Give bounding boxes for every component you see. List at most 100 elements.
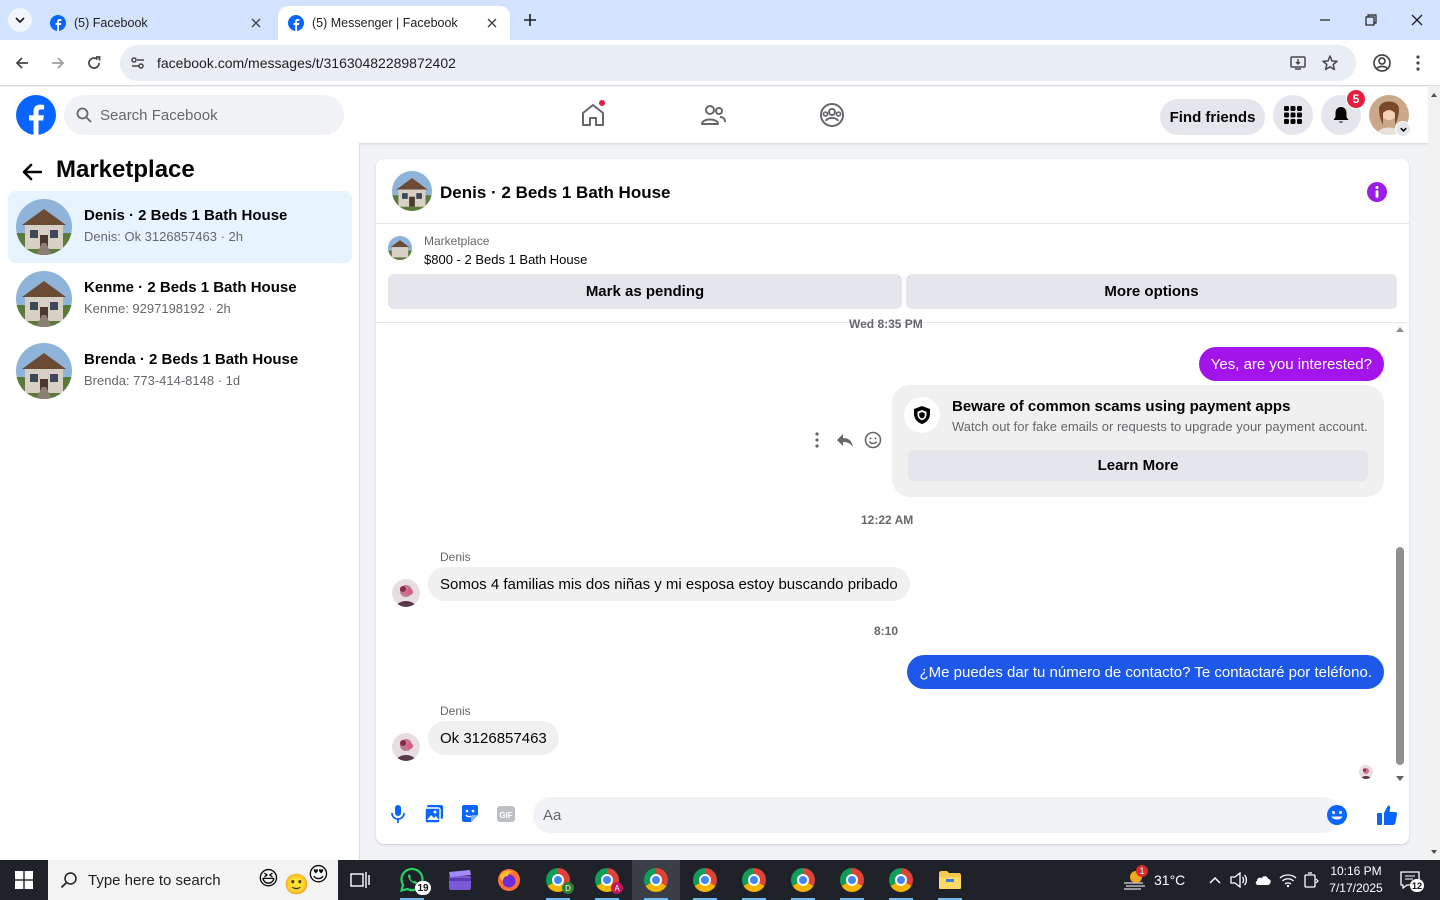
marketplace-listing-banner: Marketplace $800 - 2 Beds 1 Bath House M…: [376, 225, 1409, 323]
close-window-button[interactable]: [1394, 0, 1440, 40]
react-emoji-icon[interactable]: [863, 430, 883, 450]
onedrive-cloud-icon[interactable]: [1253, 870, 1273, 890]
chat-title[interactable]: Denis · 2 Beds 1 Bath House: [440, 183, 671, 203]
listing-thumbnail[interactable]: [388, 236, 412, 260]
browser-menu-button[interactable]: [1404, 49, 1432, 77]
scroll-up-icon[interactable]: [1394, 324, 1406, 334]
sender-name: Denis: [440, 550, 471, 564]
grinning-emoji-icon: 😆: [258, 868, 279, 890]
tab-search-button[interactable]: [8, 8, 32, 32]
grid-menu-icon: [1284, 106, 1302, 124]
chrome-profile-a-app[interactable]: A: [583, 860, 631, 900]
info-icon[interactable]: [1366, 181, 1388, 203]
browser-tab-facebook[interactable]: (5) Facebook: [40, 6, 274, 40]
scroll-down-icon[interactable]: [1428, 846, 1440, 858]
address-bar[interactable]: facebook.com/messages/t/3163048228987240…: [120, 45, 1356, 81]
account-chevron[interactable]: [1395, 121, 1411, 137]
gif-icon[interactable]: GIF: [496, 804, 516, 824]
browser-tab-messenger[interactable]: (5) Messenger | Facebook: [278, 6, 510, 40]
back-button[interactable]: [8, 49, 36, 77]
scroll-up-icon[interactable]: [1428, 89, 1440, 101]
scam-warning-description: Watch out for fake emails or requests to…: [952, 419, 1368, 434]
facebook-search[interactable]: [64, 95, 344, 135]
chrome-app[interactable]: [681, 860, 729, 900]
windows-taskbar: 😆 🙂 😍 19 D A 1: [0, 860, 1440, 900]
show-hidden-icons-chevron-icon[interactable]: [1205, 870, 1225, 890]
emoji-icon[interactable]: [1326, 804, 1348, 826]
message-input-box[interactable]: [533, 797, 1347, 833]
facebook-favicon-icon: [50, 15, 66, 31]
learn-more-button[interactable]: Learn More: [908, 450, 1368, 481]
system-clock[interactable]: 10:16 PM 7/17/2025: [1318, 863, 1394, 897]
conversation-item[interactable]: Brenda · 2 Beds 1 Bath House Brenda: 773…: [8, 335, 352, 407]
close-tab-icon[interactable]: [484, 15, 500, 31]
attach-photo-icon[interactable]: [424, 804, 444, 824]
taskbar-search[interactable]: 😆 🙂 😍: [48, 860, 338, 900]
incoming-message[interactable]: Somos 4 familias mis dos niñas y mi espo…: [428, 567, 910, 601]
conversation-item[interactable]: Denis · 2 Beds 1 Bath House Denis: Ok 31…: [8, 191, 352, 263]
message-input[interactable]: [543, 797, 1303, 833]
close-tab-icon[interactable]: [248, 15, 264, 31]
find-friends-button[interactable]: Find friends: [1160, 99, 1265, 135]
nav-friends[interactable]: [697, 99, 729, 131]
mark-as-pending-button[interactable]: Mark as pending: [388, 274, 902, 309]
microphone-icon[interactable]: [388, 804, 408, 824]
house-avatar: [16, 343, 72, 399]
weather-icon[interactable]: 1: [1122, 865, 1148, 892]
action-center-button[interactable]: 12: [1398, 869, 1425, 892]
back-button[interactable]: [20, 160, 44, 184]
message-more-icon[interactable]: [807, 430, 827, 450]
message-scrollbar[interactable]: [1394, 324, 1406, 784]
chat-avatar[interactable]: [392, 171, 432, 211]
more-options-button[interactable]: More options: [906, 274, 1397, 309]
nav-home[interactable]: [577, 99, 609, 131]
page-scrollbar[interactable]: [1428, 87, 1440, 860]
task-view-button[interactable]: [336, 860, 384, 900]
video-editor-app[interactable]: [436, 860, 484, 900]
facebook-logo-icon[interactable]: [16, 95, 56, 135]
sender-avatar[interactable]: [392, 579, 420, 607]
minimize-window-button[interactable]: [1302, 0, 1348, 40]
chrome-app-active[interactable]: [632, 860, 680, 900]
browser-toolbar: facebook.com/messages/t/3163048228987240…: [0, 40, 1440, 86]
taskbar-search-input[interactable]: [88, 860, 238, 900]
start-button[interactable]: [0, 860, 48, 900]
file-explorer-app[interactable]: [926, 860, 974, 900]
reload-icon: [88, 56, 101, 69]
chrome-app[interactable]: [828, 860, 876, 900]
outgoing-message[interactable]: ¿Me puedes dar tu número de contacto? Te…: [907, 655, 1384, 689]
bookmark-star-icon[interactable]: [1320, 53, 1340, 73]
sticker-icon[interactable]: [460, 804, 480, 824]
facebook-search-input[interactable]: [100, 95, 330, 135]
timestamp: 12:22 AM: [861, 513, 914, 527]
reply-icon[interactable]: [835, 430, 855, 450]
reload-button[interactable]: [80, 49, 108, 77]
scrollbar-thumb[interactable]: [1396, 547, 1404, 765]
arrow-right-icon: [52, 57, 65, 69]
whatsapp-app[interactable]: 19: [388, 860, 436, 900]
conversation-item[interactable]: Kenme · 2 Beds 1 Bath House Kenme: 92971…: [8, 263, 352, 335]
site-settings-icon[interactable]: [128, 53, 148, 73]
nav-groups[interactable]: [816, 99, 848, 131]
wifi-icon[interactable]: [1278, 870, 1298, 890]
forward-button[interactable]: [44, 49, 72, 77]
clapperboard-icon: [449, 870, 471, 890]
thumbs-up-icon[interactable]: [1376, 804, 1398, 826]
chrome-profile-d-app[interactable]: D: [534, 860, 582, 900]
chrome-app[interactable]: [779, 860, 827, 900]
chrome-app[interactable]: [877, 860, 925, 900]
scroll-down-icon[interactable]: [1394, 774, 1406, 784]
install-app-icon[interactable]: [1288, 53, 1308, 73]
new-tab-button[interactable]: [520, 10, 540, 30]
profile-button[interactable]: [1368, 49, 1396, 77]
firefox-app[interactable]: [485, 860, 533, 900]
weather-temperature[interactable]: 31°C: [1154, 872, 1185, 888]
menu-button[interactable]: [1273, 95, 1313, 135]
volume-icon[interactable]: [1229, 870, 1249, 890]
listing-title[interactable]: $800 - 2 Beds 1 Bath House: [424, 252, 587, 267]
incoming-message[interactable]: Ok 3126857463: [428, 721, 559, 755]
chrome-app[interactable]: [730, 860, 778, 900]
sender-avatar[interactable]: [392, 733, 420, 761]
restore-window-button[interactable]: [1348, 0, 1394, 40]
outgoing-message[interactable]: Yes, are you interested?: [1198, 347, 1384, 381]
